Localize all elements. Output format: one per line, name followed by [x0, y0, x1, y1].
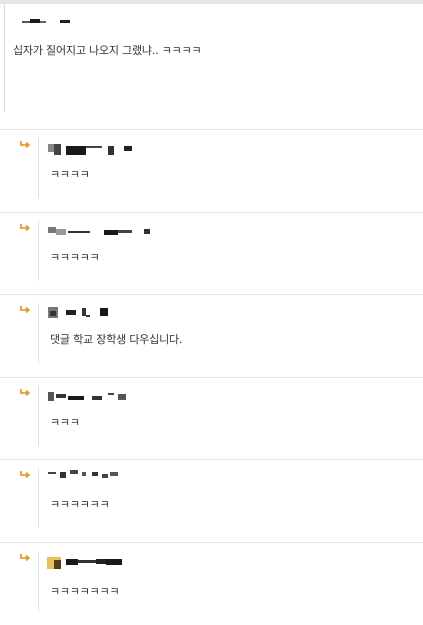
reply-item: 댓글 학교 장학생 다우십니다.: [0, 295, 423, 377]
reply-item: ㅋㅋㅋㅋㅋㅋ: [0, 460, 423, 542]
main-comment-author-redacted: [22, 18, 74, 28]
reply-left-rule: [38, 386, 39, 446]
reply-left-rule: [38, 221, 39, 281]
reply-left-rule: [38, 138, 39, 198]
reply-arrow-icon: [20, 554, 31, 562]
reply-author-redacted: [48, 392, 130, 402]
reply-text: ㅋㅋㅋㅋㅋㅋㅋ: [50, 585, 120, 598]
reply-author-redacted: [48, 144, 138, 155]
reply-item: ㅋㅋㅋㅋ: [0, 130, 423, 212]
main-comment-text: 십자가 질어지고 나오지 그랬냐.. ㅋㅋㅋㅋ: [13, 44, 202, 57]
reply-author-redacted: [48, 227, 158, 237]
reply-arrow-icon: [20, 389, 31, 397]
reply-author-redacted: [48, 470, 124, 480]
main-comment: 십자가 질어지고 나오지 그랬냐.. ㅋㅋㅋㅋ: [0, 4, 423, 130]
main-comment-left-rule: [4, 4, 5, 112]
reply-text: ㅋㅋㅋㅋㅋ: [50, 251, 100, 264]
reply-left-rule: [38, 551, 39, 611]
reply-arrow-icon: [20, 306, 31, 314]
reply-left-rule: [38, 303, 39, 363]
reply-item: ㅋㅋㅋ: [0, 378, 423, 460]
reply-item: ㅋㅋㅋㅋㅋㅋㅋ: [0, 543, 423, 625]
reply-text: 댓글 학교 장학생 다우십니다.: [50, 333, 183, 346]
reply-arrow-icon: [20, 141, 31, 149]
reply-text: ㅋㅋㅋ: [50, 416, 80, 429]
reply-author-redacted: [66, 557, 130, 567]
avatar: [47, 557, 61, 569]
reply-arrow-icon: [20, 471, 31, 479]
reply-left-rule: [38, 468, 39, 528]
reply-text: ㅋㅋㅋㅋㅋㅋ: [50, 498, 110, 511]
reply-arrow-icon: [20, 224, 31, 232]
reply-text: ㅋㅋㅋㅋ: [50, 168, 90, 181]
reply-author-redacted: [48, 307, 114, 318]
reply-item: ㅋㅋㅋㅋㅋ: [0, 213, 423, 295]
